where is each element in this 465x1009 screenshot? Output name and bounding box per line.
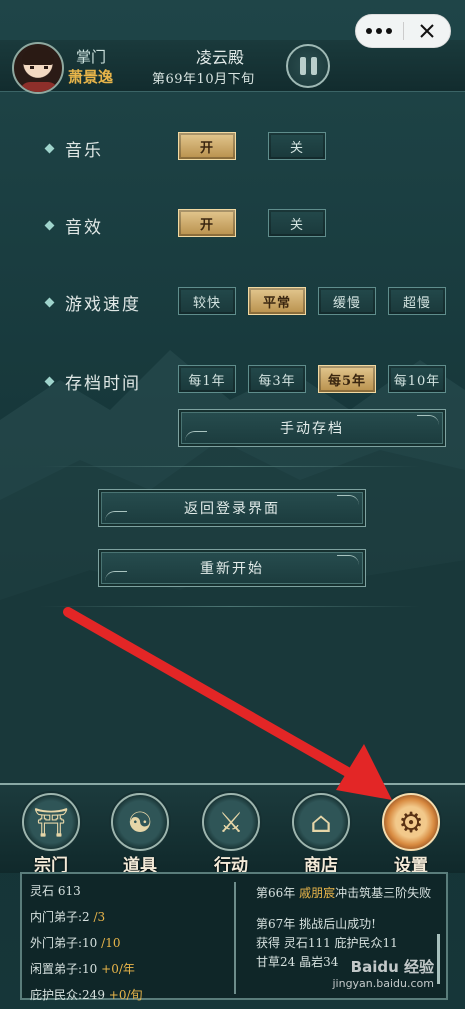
diamond-icon [44, 220, 55, 231]
sound-label: 音效 [44, 213, 103, 238]
manual-save-label: 手动存档 [280, 421, 344, 437]
game-date: 第69年10月下旬 [152, 72, 255, 87]
speed-normal-option[interactable]: 平常 [248, 287, 306, 315]
sound-off-option[interactable]: 关 [268, 209, 326, 237]
protected-people-stat: 庇护民众:249 +0/旬 [30, 988, 143, 1002]
nav-settings[interactable]: ⚙ 设置 [376, 793, 446, 876]
outer-disciples-stat: 外门弟子:10 /10 [30, 936, 121, 950]
divider [40, 466, 420, 467]
log-entry: 第66年 戚朋宸冲击筑基三阶失败 [256, 886, 432, 900]
nav-items[interactable]: ☯ 道具 [105, 793, 175, 876]
music-on-option[interactable]: 开 [178, 132, 236, 160]
speed-slow-option[interactable]: 缓慢 [318, 287, 376, 315]
divider [40, 606, 420, 607]
restart-label: 重新开始 [200, 561, 264, 577]
game-screen: 掌门 萧景逸 凌云殿 第69年10月下旬 音乐 开 关 音效 开 关 游戏速度 … [0, 0, 465, 1009]
pause-button[interactable] [286, 44, 330, 88]
music-off-option[interactable]: 关 [268, 132, 326, 160]
inner-disciples-stat: 内门弟子:2 /3 [30, 910, 106, 924]
spirit-stone-stat: 灵石 613 [30, 884, 81, 898]
status-panel: 灵石 613 内门弟子:2 /3 外门弟子:10 /10 闲置弟子:10 +0/… [20, 872, 448, 1002]
autosave-10y-option[interactable]: 每10年 [388, 365, 446, 393]
manual-save-button[interactable]: 手动存档 [178, 409, 446, 447]
panel-divider [234, 882, 236, 994]
shop-icon: ⌂ [292, 793, 350, 851]
music-label: 音乐 [44, 136, 103, 161]
back-to-login-button[interactable]: 返回登录界面 [98, 489, 366, 527]
speed-fast-option[interactable]: 较快 [178, 287, 236, 315]
log-scrollbar[interactable] [437, 934, 440, 984]
nav-sect[interactable]: ⛩ 宗门 [16, 793, 86, 876]
player-name: 萧景逸 [68, 68, 114, 86]
action-icon: ⚔ [202, 793, 260, 851]
close-button[interactable] [404, 15, 451, 47]
baidu-watermark: Baidu 经验 jingyan.baidu.com [332, 958, 434, 990]
autosave-1y-option[interactable]: 每1年 [178, 365, 236, 393]
gear-icon: ⚙ [382, 793, 440, 851]
nav-action[interactable]: ⚔ 行动 [196, 793, 266, 876]
autosave-label: 存档时间 [44, 369, 141, 394]
more-button[interactable] [356, 15, 403, 47]
idle-disciples-stat: 闲置弟子:10 +0/年 [30, 962, 135, 976]
gate-icon: ⛩ [22, 793, 80, 851]
miniprogram-capsule [355, 14, 451, 48]
bag-icon: ☯ [111, 793, 169, 851]
sound-on-option[interactable]: 开 [178, 209, 236, 237]
speed-very-slow-option[interactable]: 超慢 [388, 287, 446, 315]
diamond-icon [44, 297, 55, 308]
close-icon [420, 24, 434, 38]
restart-button[interactable]: 重新开始 [98, 549, 366, 587]
more-dots-icon [366, 28, 393, 34]
speed-label: 游戏速度 [44, 290, 141, 315]
autosave-3y-option[interactable]: 每3年 [248, 365, 306, 393]
diamond-icon [44, 376, 55, 387]
back-to-login-label: 返回登录界面 [184, 501, 280, 517]
autosave-5y-option[interactable]: 每5年 [318, 365, 376, 393]
nav-shop[interactable]: ⌂ 商店 [286, 793, 356, 876]
bottom-nav: ⛩ 宗门 ☯ 道具 ⚔ 行动 ⌂ 商店 ⚙ 设置 [0, 783, 465, 876]
diamond-icon [44, 143, 55, 154]
stats-list: 灵石 613 内门弟子:2 /3 外门弟子:10 /10 闲置弟子:10 +0/… [30, 878, 230, 1008]
